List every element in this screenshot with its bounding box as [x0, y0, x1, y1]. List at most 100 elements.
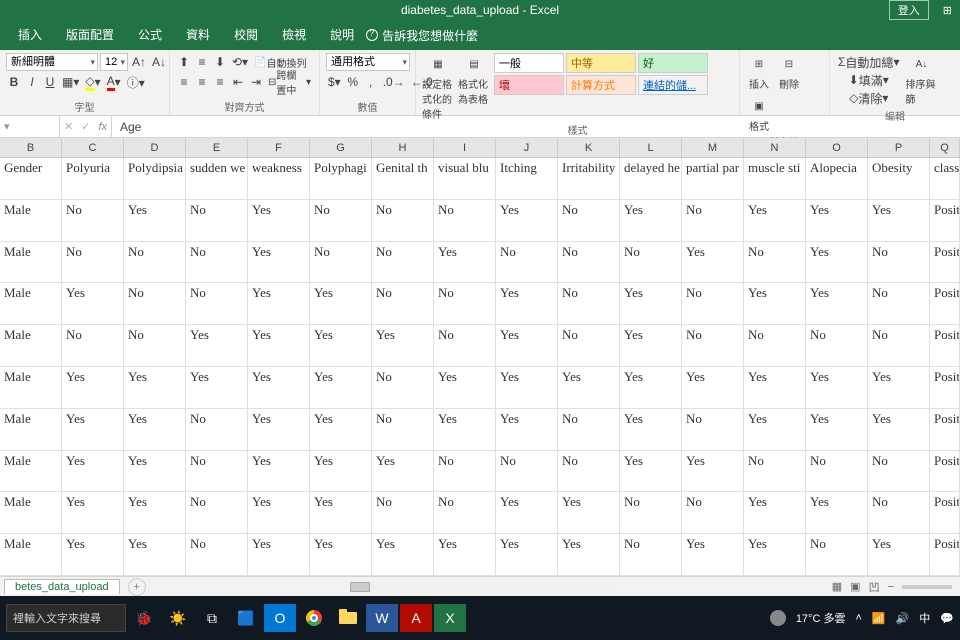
cell[interactable]: Positi: [930, 325, 960, 366]
cell[interactable]: No: [62, 325, 124, 366]
cell[interactable]: Male: [0, 367, 62, 408]
align-mid-icon[interactable]: ≡: [194, 53, 210, 71]
grow-font-icon[interactable]: A↑: [130, 53, 148, 71]
cell[interactable]: Gender: [0, 158, 62, 199]
cell[interactable]: Yes: [62, 409, 124, 450]
border-button[interactable]: ▦▾: [60, 73, 81, 91]
cell[interactable]: Yes: [62, 451, 124, 492]
cell[interactable]: Yes: [744, 200, 806, 241]
cell[interactable]: Yes: [248, 492, 310, 533]
cell[interactable]: No: [620, 242, 682, 283]
cell[interactable]: No: [558, 242, 620, 283]
view-normal-icon[interactable]: ▦: [832, 580, 842, 593]
cell[interactable]: Alopecia: [806, 158, 868, 199]
style-bad[interactable]: 壞: [494, 75, 564, 95]
insert-cells-button[interactable]: ⊞插入: [746, 53, 772, 91]
cell[interactable]: No: [682, 325, 744, 366]
cell[interactable]: No: [620, 492, 682, 533]
cell[interactable]: Male: [0, 325, 62, 366]
align-bot-icon[interactable]: ⬇: [212, 53, 228, 71]
wifi-icon[interactable]: 📶: [872, 612, 886, 625]
cell[interactable]: Yes: [248, 409, 310, 450]
cell[interactable]: Yes: [806, 492, 868, 533]
cell[interactable]: Yes: [248, 283, 310, 324]
indent-dec-icon[interactable]: ⇤: [230, 73, 246, 91]
cell[interactable]: No: [806, 325, 868, 366]
cell[interactable]: Yes: [620, 283, 682, 324]
cell[interactable]: No: [124, 325, 186, 366]
cell[interactable]: Yes: [682, 367, 744, 408]
font-size-select[interactable]: 12: [100, 53, 128, 71]
cell[interactable]: No: [682, 492, 744, 533]
col-header-O[interactable]: O: [806, 138, 868, 157]
cell[interactable]: Yes: [62, 283, 124, 324]
cell[interactable]: Yes: [806, 283, 868, 324]
cell[interactable]: Positi: [930, 451, 960, 492]
inc-decimal-button[interactable]: .0→: [381, 73, 407, 91]
cell[interactable]: Yes: [124, 200, 186, 241]
cell[interactable]: Irritability: [558, 158, 620, 199]
cell[interactable]: No: [372, 492, 434, 533]
edge-icon[interactable]: 🟦: [230, 604, 262, 632]
col-header-M[interactable]: M: [682, 138, 744, 157]
col-header-P[interactable]: P: [868, 138, 930, 157]
cell[interactable]: Yes: [372, 325, 434, 366]
indent-inc-icon[interactable]: ⇥: [248, 73, 264, 91]
col-header-K[interactable]: K: [558, 138, 620, 157]
cell[interactable]: Yes: [434, 534, 496, 575]
cell[interactable]: Positi: [930, 242, 960, 283]
sheet-tab[interactable]: betes_data_upload: [4, 579, 120, 594]
cell[interactable]: Yes: [248, 325, 310, 366]
taskview-icon[interactable]: ⧉: [196, 604, 228, 632]
cell[interactable]: No: [186, 283, 248, 324]
hscroll-track[interactable]: [350, 582, 610, 592]
cell[interactable]: Yes: [806, 409, 868, 450]
cell[interactable]: No: [124, 242, 186, 283]
tab-view[interactable]: 檢視: [270, 21, 318, 49]
col-header-B[interactable]: B: [0, 138, 62, 157]
cell[interactable]: Yes: [310, 409, 372, 450]
cell[interactable]: No: [744, 325, 806, 366]
cell[interactable]: No: [372, 283, 434, 324]
cell[interactable]: No: [434, 325, 496, 366]
cell[interactable]: Polyuria: [62, 158, 124, 199]
cancel-icon[interactable]: ✕: [64, 120, 73, 133]
enter-icon[interactable]: ✓: [81, 120, 90, 133]
cell[interactable]: No: [434, 451, 496, 492]
tab-insert[interactable]: 插入: [6, 21, 54, 49]
cell[interactable]: Genital th: [372, 158, 434, 199]
cell[interactable]: Yes: [744, 534, 806, 575]
cell[interactable]: Yes: [124, 534, 186, 575]
col-header-J[interactable]: J: [496, 138, 558, 157]
cell[interactable]: Yes: [434, 367, 496, 408]
tray-up-icon[interactable]: ˄: [855, 612, 861, 624]
autosum-button[interactable]: Σ 自動加總 ▾: [836, 53, 901, 71]
comma-button[interactable]: ,: [363, 73, 379, 91]
cell[interactable]: visual blu: [434, 158, 496, 199]
italic-button[interactable]: I: [24, 73, 40, 91]
col-header-F[interactable]: F: [248, 138, 310, 157]
cell[interactable]: No: [744, 242, 806, 283]
cell[interactable]: Positi: [930, 492, 960, 533]
cell[interactable]: No: [868, 325, 930, 366]
cell[interactable]: Male: [0, 283, 62, 324]
cell[interactable]: Yes: [496, 283, 558, 324]
cell[interactable]: No: [186, 534, 248, 575]
cell[interactable]: Yes: [310, 283, 372, 324]
cell[interactable]: Itching: [496, 158, 558, 199]
cell[interactable]: Yes: [496, 367, 558, 408]
font-name-select[interactable]: 新細明體: [6, 53, 98, 71]
word-icon[interactable]: W: [366, 604, 398, 632]
cell[interactable]: Male: [0, 534, 62, 575]
view-layout-icon[interactable]: ▣: [850, 580, 860, 593]
tell-me[interactable]: 告訴我您想做什麼: [366, 27, 478, 44]
cell[interactable]: Yes: [744, 283, 806, 324]
cell[interactable]: Polydipsia: [124, 158, 186, 199]
hscroll-thumb[interactable]: [350, 582, 370, 592]
cell[interactable]: Yes: [868, 534, 930, 575]
cell[interactable]: Yes: [620, 451, 682, 492]
cell[interactable]: No: [558, 451, 620, 492]
cell[interactable]: Yes: [806, 242, 868, 283]
cell[interactable]: Yes: [310, 325, 372, 366]
cell[interactable]: No: [434, 200, 496, 241]
